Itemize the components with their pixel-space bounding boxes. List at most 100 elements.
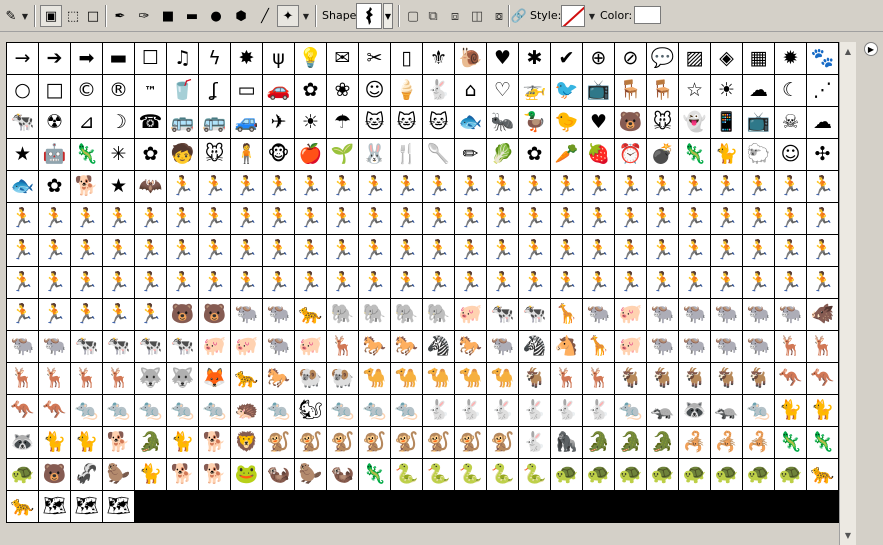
shape-cell[interactable]: 🐀	[263, 395, 295, 427]
shape-cell[interactable]: 🚙	[231, 107, 263, 139]
shape-cell[interactable]: 🦁	[231, 427, 263, 459]
shape-cell[interactable]: 🏃	[135, 203, 167, 235]
shape-cell[interactable]: ➔	[39, 43, 71, 75]
shape-cell[interactable]: 🏃	[199, 235, 231, 267]
shape-cell[interactable]: 💣	[647, 139, 679, 171]
shape-cell[interactable]: 🦝	[679, 395, 711, 427]
shape-cell[interactable]: 🦂	[743, 427, 775, 459]
shape-cell[interactable]: ☐	[135, 43, 167, 75]
shape-cell[interactable]: ▬	[103, 43, 135, 75]
shape-panel-scrollbar[interactable]: ▲ ▼	[839, 42, 856, 545]
shape-cell[interactable]: 🏃	[39, 267, 71, 299]
shape-cell[interactable]: ☆	[679, 75, 711, 107]
shape-cell[interactable]: 🐊	[583, 427, 615, 459]
shape-cell[interactable]: 🏃	[455, 235, 487, 267]
shape-cell[interactable]: 🏃	[775, 235, 807, 267]
shape-cell[interactable]: 🐍	[391, 459, 423, 491]
shape-cell[interactable]: 🐎	[263, 363, 295, 395]
subtract-icon[interactable]: ⧈	[444, 5, 466, 27]
shape-cell[interactable]: 🐢	[583, 459, 615, 491]
shape-cell[interactable]: 🏃	[679, 171, 711, 203]
shape-cell[interactable]: 🐕	[167, 459, 199, 491]
shape-cell[interactable]: 🍎	[295, 139, 327, 171]
shape-cell[interactable]: 🐃	[263, 299, 295, 331]
shape-cell[interactable]: 🚌	[199, 107, 231, 139]
shape-cell[interactable]: 🏃	[423, 171, 455, 203]
shape-cell[interactable]: ©	[71, 75, 103, 107]
freeform-pen-icon[interactable]: ✑	[133, 5, 155, 27]
shape-cell[interactable]: 🐍	[487, 459, 519, 491]
shape-cell[interactable]: 🏃	[295, 203, 327, 235]
shape-cell[interactable]: 🐵	[263, 139, 295, 171]
shape-cell[interactable]: 🏃	[103, 235, 135, 267]
shape-cell[interactable]: 💬	[647, 43, 679, 75]
shape-cell[interactable]: 🐖	[295, 331, 327, 363]
shape-cell[interactable]: 🏃	[231, 235, 263, 267]
shape-cell[interactable]: 🐱	[391, 107, 423, 139]
shape-cell[interactable]: 🏃	[743, 203, 775, 235]
shape-cell[interactable]: 🦊	[199, 363, 231, 395]
shape-cell[interactable]: 🦔	[231, 395, 263, 427]
shape-cell[interactable]: 🏃	[615, 235, 647, 267]
shape-cell[interactable]: 🐖	[615, 331, 647, 363]
shape-cell[interactable]: 🍓	[583, 139, 615, 171]
shape-cell[interactable]: 🐢	[551, 459, 583, 491]
shape-cell[interactable]: 🐃	[487, 331, 519, 363]
shape-cell[interactable]: 🐇	[423, 395, 455, 427]
shape-cell[interactable]: ☾	[775, 75, 807, 107]
shape-cell[interactable]: 🏃	[7, 299, 39, 331]
shape-cell[interactable]: 🐖	[199, 331, 231, 363]
shape-cell[interactable]: 🐭	[199, 139, 231, 171]
shape-cell[interactable]: 🦍	[551, 427, 583, 459]
shape-cell[interactable]: 🏃	[39, 235, 71, 267]
shape-cell[interactable]: 🏃	[743, 267, 775, 299]
shape-cell[interactable]: 🐒	[391, 427, 423, 459]
shape-cell[interactable]: 🏃	[551, 203, 583, 235]
shape-cell[interactable]: ▭	[231, 75, 263, 107]
shape-cell[interactable]: 🏃	[391, 267, 423, 299]
shape-cell[interactable]: 🐐	[743, 363, 775, 395]
shape-cell[interactable]: 🐗	[807, 299, 839, 331]
shape-cell[interactable]: 🏃	[327, 203, 359, 235]
shape-cell[interactable]: 🐎	[391, 331, 423, 363]
shape-cell[interactable]: 🐃	[775, 299, 807, 331]
shape-cell[interactable]: ♥	[487, 43, 519, 75]
shape-cell[interactable]: 🏃	[103, 203, 135, 235]
scroll-down-arrow[interactable]: ▼	[840, 527, 856, 543]
shape-cell[interactable]: 🏃	[7, 267, 39, 299]
shape-cell[interactable]: 🐕	[199, 427, 231, 459]
shape-cell[interactable]: 🐢	[7, 459, 39, 491]
shape-cell[interactable]: 🏃	[167, 203, 199, 235]
shape-cell[interactable]: 🏃	[39, 203, 71, 235]
polygon-icon[interactable]: ⬢	[230, 5, 252, 27]
shape-cell[interactable]: ▯	[391, 43, 423, 75]
shape-cell[interactable]: 🧒	[167, 139, 199, 171]
shape-cell[interactable]: 🏃	[455, 171, 487, 203]
shape-cell[interactable]: 🦦	[263, 459, 295, 491]
shape-cell[interactable]: ✸	[231, 43, 263, 75]
shape-cell[interactable]: 🏃	[391, 203, 423, 235]
shape-cell[interactable]: 🦘	[775, 363, 807, 395]
shape-cell[interactable]: 🏃	[551, 171, 583, 203]
shape-cell[interactable]: 🦘	[39, 395, 71, 427]
shape-cell[interactable]: 🦫	[295, 459, 327, 491]
shape-cell[interactable]: 🐪	[391, 363, 423, 395]
shape-cell[interactable]: 🐿	[295, 395, 327, 427]
rounded-rectangle-icon[interactable]: ▬	[181, 5, 203, 27]
shape-cell[interactable]: 🐇	[551, 395, 583, 427]
shape-cell[interactable]: 🐀	[167, 395, 199, 427]
shape-cell[interactable]: 🐖	[455, 299, 487, 331]
shape-cell[interactable]: 🐈	[71, 427, 103, 459]
shape-cell[interactable]: 🐇	[519, 427, 551, 459]
shape-cell[interactable]: 🐃	[679, 331, 711, 363]
shape-cell[interactable]: 🐀	[391, 395, 423, 427]
shape-cell[interactable]: ✿	[39, 171, 71, 203]
shape-cell[interactable]: ▨	[679, 43, 711, 75]
shape-cell[interactable]: 🦌	[71, 363, 103, 395]
shape-cell[interactable]: 🦎	[71, 139, 103, 171]
style-dropdown[interactable]: ▼	[587, 5, 597, 27]
shape-cell[interactable]: ⌂	[455, 75, 487, 107]
shape-cell[interactable]: 🏃	[583, 171, 615, 203]
shape-cell[interactable]: 🐇	[423, 75, 455, 107]
shape-cell[interactable]: 👻	[679, 107, 711, 139]
